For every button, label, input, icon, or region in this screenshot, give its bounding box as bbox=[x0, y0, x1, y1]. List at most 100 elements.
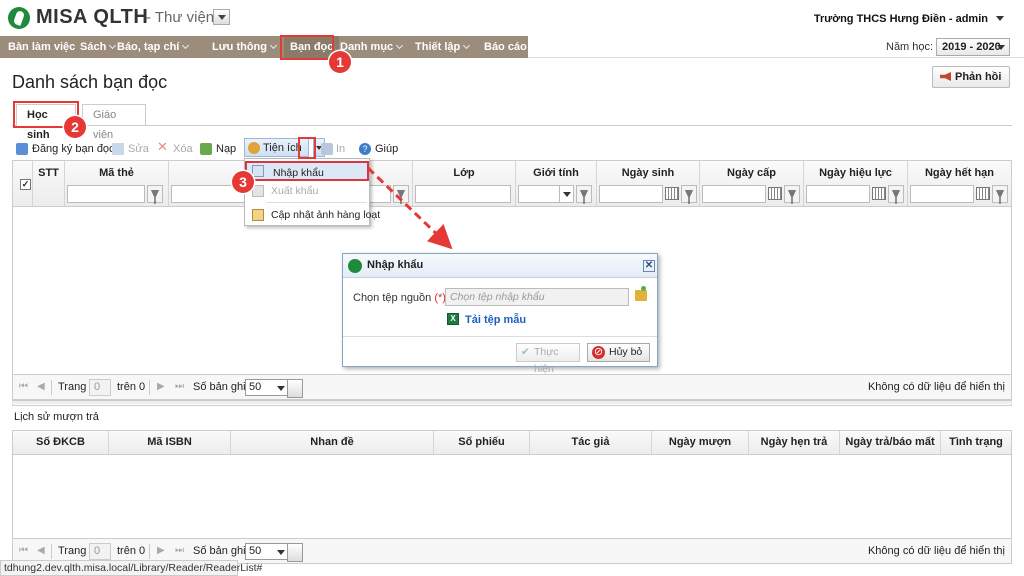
panel-splitter[interactable] bbox=[12, 400, 1012, 404]
column-header[interactable]: Lớp bbox=[413, 161, 516, 206]
page-size-label: Số bản ghi bbox=[193, 545, 246, 557]
last-page-icon[interactable]: ⏭ bbox=[175, 382, 185, 392]
execute-button[interactable]: Thực hiện bbox=[516, 343, 580, 375]
tab-teachers[interactable]: Giáo viên bbox=[82, 104, 146, 141]
user-menu[interactable]: Trường THCS Hưng Điền - admin bbox=[814, 13, 988, 25]
first-page-icon[interactable]: ⏮ bbox=[19, 382, 29, 392]
edit-button[interactable]: Sửa bbox=[112, 140, 149, 158]
nav-item-circulation[interactable]: Lưu thông bbox=[206, 36, 282, 58]
help-button[interactable]: ? Giúp bbox=[359, 140, 398, 158]
empty-message: Không có dữ liệu để hiển thị bbox=[867, 545, 1005, 557]
column-header[interactable]: Ngày cấp bbox=[700, 161, 804, 206]
chevron-down-icon bbox=[182, 41, 190, 50]
prev-page-icon[interactable]: ◀ bbox=[37, 382, 47, 392]
last-page-icon[interactable]: ⏭ bbox=[175, 546, 185, 556]
column-header[interactable]: Ngày mượn bbox=[652, 431, 749, 454]
highlight-box-readers bbox=[280, 35, 334, 60]
delete-button[interactable]: ✕ Xóa bbox=[157, 140, 193, 158]
calendar-icon[interactable] bbox=[665, 187, 679, 200]
filter-input[interactable] bbox=[67, 185, 145, 203]
first-page-icon[interactable]: ⏮ bbox=[19, 546, 29, 556]
import-dialog: Nhập khẩu ✕ Chọn tệp nguồn (*) Chọn tệp … bbox=[342, 253, 658, 375]
column-header[interactable]: Ngày hẹn trả bbox=[749, 431, 840, 454]
module-name: - Thư viện bbox=[146, 9, 215, 26]
nav-item-dashboard[interactable]: Bàn làm việc bbox=[2, 36, 81, 58]
date-filter-input[interactable] bbox=[702, 185, 766, 203]
menu-item-update-photos[interactable]: Cập nhật ảnh hàng loạt bbox=[245, 205, 380, 225]
cancel-button[interactable]: Hủy bỏ bbox=[587, 343, 650, 362]
menu-item-export[interactable]: Xuất khẩu bbox=[245, 181, 369, 201]
column-header[interactable]: Mã thẻ bbox=[65, 161, 169, 206]
column-header[interactable]: Ngày trả/báo mất bbox=[840, 431, 941, 454]
prev-page-icon[interactable]: ◀ bbox=[37, 546, 47, 556]
column-header[interactable]: Ngày hiệu lực bbox=[804, 161, 908, 206]
filter-icon[interactable] bbox=[992, 185, 1008, 203]
menu-item-import[interactable]: Nhập khẩu bbox=[245, 161, 369, 181]
school-year-select[interactable]: 2019 - 2020 bbox=[936, 38, 1010, 56]
next-page-icon[interactable]: ▶ bbox=[157, 546, 167, 556]
register-reader-button[interactable]: Đăng ký bạn đọc bbox=[16, 140, 115, 158]
module-dropdown-button[interactable] bbox=[213, 9, 230, 25]
page-number-input[interactable]: 0 bbox=[89, 543, 111, 560]
close-icon[interactable]: ✕ bbox=[643, 260, 655, 272]
gender-filter-select[interactable] bbox=[518, 185, 574, 203]
page-number-input[interactable]: 0 bbox=[89, 379, 111, 396]
column-header[interactable]: Số phiếu bbox=[434, 431, 530, 454]
toolbar: Đăng ký bạn đọc Sửa ✕ Xóa Nạp Tiện ích I… bbox=[12, 137, 1012, 159]
next-page-icon[interactable]: ▶ bbox=[157, 382, 167, 392]
column-header[interactable]: Giới tính bbox=[516, 161, 597, 206]
column-header[interactable]: Ngày hết hạn bbox=[908, 161, 1011, 206]
source-file-input[interactable]: Chọn tệp nhập khẩu bbox=[445, 288, 629, 306]
import-icon bbox=[252, 165, 264, 177]
filter-icon[interactable] bbox=[147, 185, 163, 203]
page-total: trên 0 bbox=[117, 545, 146, 557]
dialog-titlebar[interactable]: Nhập khẩu ✕ bbox=[343, 254, 657, 278]
select-all-checkbox[interactable]: ✓ bbox=[20, 179, 31, 190]
date-filter-input[interactable] bbox=[910, 185, 974, 203]
chevron-down-icon[interactable] bbox=[277, 386, 285, 391]
date-filter-input[interactable] bbox=[806, 185, 870, 203]
column-header[interactable]: Ngày sinh bbox=[597, 161, 700, 206]
column-header[interactable]: Tình trạng bbox=[941, 431, 1011, 454]
divider bbox=[149, 544, 150, 559]
column-header[interactable]: Số ĐKCB bbox=[13, 431, 109, 454]
chevron-down-icon[interactable] bbox=[277, 550, 285, 555]
chevron-down-icon bbox=[396, 41, 404, 50]
column-header[interactable]: Nhan đề bbox=[231, 431, 434, 454]
dialog-divider bbox=[343, 336, 657, 337]
filter-icon[interactable] bbox=[393, 185, 409, 203]
feedback-button[interactable]: Phản hồi bbox=[932, 66, 1010, 88]
filter-input[interactable] bbox=[415, 185, 511, 203]
reload-button[interactable]: Nạp bbox=[200, 140, 236, 158]
status-url: tdhung2.dev.qlth.misa.local/Library/Read… bbox=[0, 560, 262, 576]
reader-pager: ⏮ ◀ Trang 0 trên 0 ▶ ⏭ Số bản ghi 50 Khô… bbox=[12, 374, 1012, 400]
calendar-icon[interactable] bbox=[872, 187, 886, 200]
page-label: Trang bbox=[58, 381, 87, 393]
nav-item-reports[interactable]: Báo cáo bbox=[478, 36, 533, 58]
column-header[interactable]: Mã ISBN bbox=[109, 431, 231, 454]
history-grid: Số ĐKCB Mã ISBN Nhan đề Số phiếu Tác giả… bbox=[12, 430, 1012, 540]
calendar-icon[interactable] bbox=[976, 187, 990, 200]
column-header[interactable]: STT bbox=[33, 161, 65, 206]
browse-folder-icon[interactable] bbox=[635, 286, 647, 301]
chevron-down-icon[interactable] bbox=[996, 16, 1004, 21]
print-button[interactable]: In bbox=[318, 140, 345, 158]
tools-icon bbox=[248, 142, 260, 154]
grid-header: Số ĐKCB Mã ISBN Nhan đề Số phiếu Tác giả… bbox=[13, 431, 1011, 455]
filter-icon[interactable] bbox=[888, 185, 904, 203]
refresh-icon bbox=[200, 143, 212, 155]
filter-icon[interactable] bbox=[681, 185, 697, 203]
divider bbox=[51, 380, 52, 395]
date-filter-input[interactable] bbox=[599, 185, 663, 203]
print-icon bbox=[321, 143, 333, 155]
column-header[interactable]: Tác giả bbox=[530, 431, 652, 454]
nav-item-magazines[interactable]: Báo, tạp chí bbox=[111, 36, 194, 58]
filter-icon[interactable] bbox=[784, 185, 800, 203]
page-size-label: Số bản ghi bbox=[193, 381, 246, 393]
filter-icon[interactable] bbox=[576, 185, 592, 203]
nav-item-settings[interactable]: Thiết lập bbox=[409, 36, 475, 58]
download-template-link[interactable]: Tải tệp mẫu bbox=[465, 314, 526, 326]
dialog-title: Nhập khẩu bbox=[367, 259, 424, 271]
calendar-icon[interactable] bbox=[768, 187, 782, 200]
step-badge: 2 bbox=[64, 116, 86, 138]
